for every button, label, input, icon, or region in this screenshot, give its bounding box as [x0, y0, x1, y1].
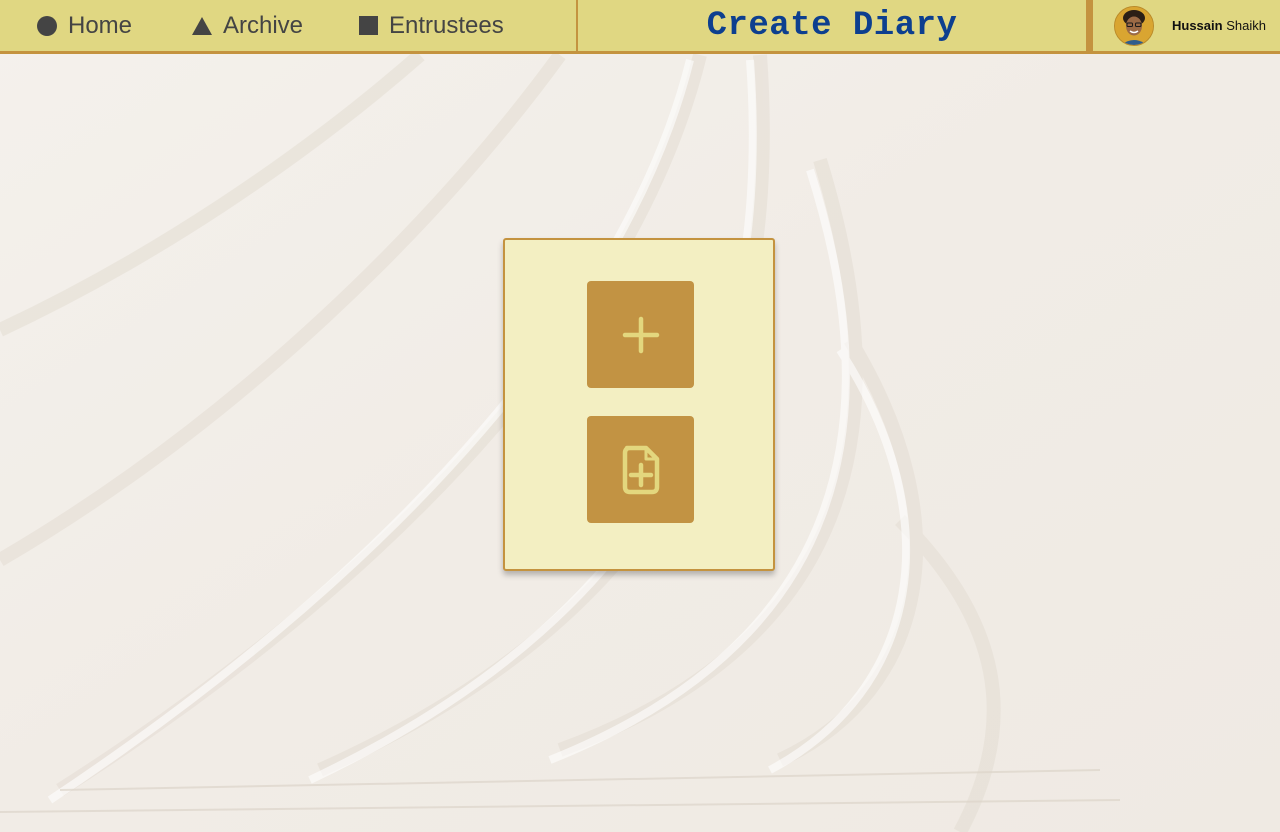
nav-archive[interactable]: Archive	[192, 0, 303, 51]
user-profile[interactable]: Hussain Shaikh	[1093, 0, 1280, 51]
file-plus-icon	[622, 445, 659, 494]
plus-icon	[622, 316, 659, 353]
add-diary-button[interactable]	[587, 281, 694, 388]
new-diary-file-button[interactable]	[587, 416, 694, 523]
nav-home[interactable]: Home	[37, 0, 132, 51]
nav-entrustees[interactable]: Entrustees	[359, 0, 504, 51]
page-title: Create Diary	[706, 6, 958, 45]
user-first-name: Hussain	[1172, 18, 1223, 33]
triangle-icon	[192, 16, 212, 35]
nav-entrustees-label: Entrustees	[389, 11, 504, 39]
top-navbar: Home Archive Entrustees Create Diary Hus…	[0, 0, 1280, 54]
circle-icon	[37, 15, 57, 36]
user-name: Hussain Shaikh	[1172, 18, 1266, 33]
square-icon	[359, 16, 378, 35]
avatar[interactable]	[1114, 5, 1154, 46]
nav-archive-label: Archive	[223, 11, 304, 39]
nav-home-label: Home	[68, 11, 133, 39]
user-last-name: Shaikh	[1226, 18, 1266, 33]
create-diary-panel	[503, 238, 775, 571]
navbar-divider	[1086, 0, 1093, 51]
avatar-photo	[1115, 6, 1153, 45]
